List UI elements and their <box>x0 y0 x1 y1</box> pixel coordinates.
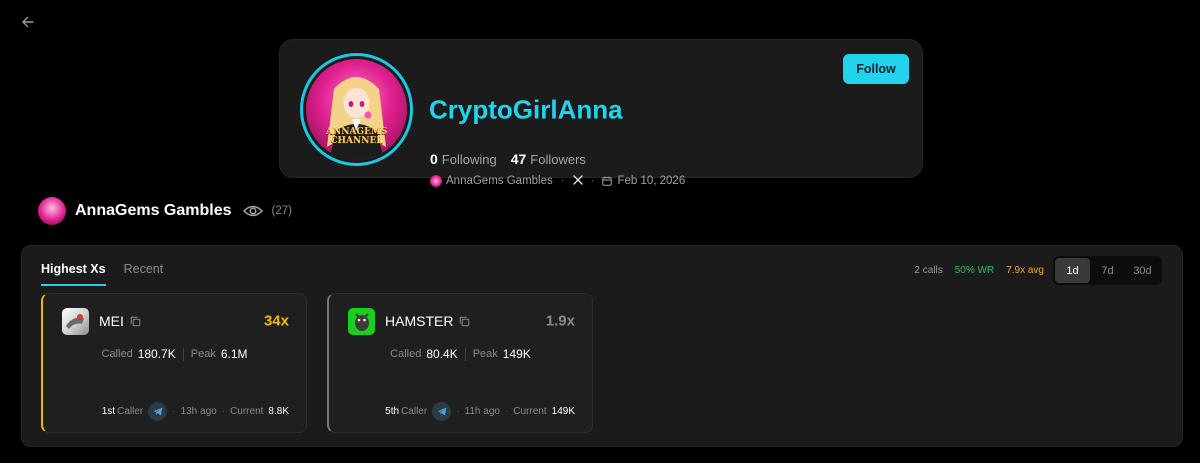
caller-label: Caller <box>401 406 428 417</box>
caller-label: Caller <box>117 406 144 417</box>
caller-rank: 1st <box>101 406 116 417</box>
multiplier: 34x <box>263 312 289 330</box>
telegram-icon[interactable] <box>148 402 168 421</box>
called-value: 80.4K <box>426 347 458 361</box>
called-label: Called <box>390 348 422 360</box>
call-card[interactable]: MEI 34x Called 180.7K Peak 6.1M 1st Call… <box>41 293 307 433</box>
token-mei-icon <box>62 308 89 335</box>
profile-card: ANNAGEMS CHANNEL CryptoGirlAnna 0 Followi… <box>279 39 923 187</box>
followers-count: 47 <box>510 151 527 167</box>
avatar-image: ANNAGEMS CHANNEL <box>306 59 407 160</box>
current-label: Current <box>230 406 264 417</box>
page-root: ANNAGEMS CHANNEL CryptoGirlAnna 0 Followi… <box>0 0 1200 463</box>
avatar-caption: ANNAGEMS CHANNEL <box>326 127 388 146</box>
caller-rank: 5th <box>385 406 400 417</box>
tab-highest-xs[interactable]: Highest Xs <box>41 262 106 286</box>
tab-recent[interactable]: Recent <box>124 262 164 286</box>
peak-label: Peak <box>190 348 216 360</box>
joined-date: Feb 10, 2026 <box>617 175 686 187</box>
range-7d[interactable]: 7d <box>1090 258 1125 283</box>
call-footer: 1st Caller · 13h ago · Current 8.8K <box>102 402 289 421</box>
separator-dot: · <box>590 175 595 187</box>
range-1d[interactable]: 1d <box>1055 258 1090 283</box>
win-rate: 50% WR <box>954 265 995 276</box>
separator-dot: · <box>504 406 509 417</box>
profile-avatar: ANNAGEMS CHANNEL <box>300 53 413 166</box>
profile-meta: AnnaGems Gambles · · Feb 10, 2026 <box>430 174 685 188</box>
copy-icon[interactable] <box>459 316 470 327</box>
watch-count: (27) <box>271 205 292 217</box>
peak-value: 6.1M <box>220 347 248 361</box>
followers-label: Followers <box>530 152 586 167</box>
divider <box>182 347 184 361</box>
arrow-left-icon <box>22 16 34 28</box>
time-range-selector: 1d 7d 30d <box>1053 256 1162 285</box>
token-hamster-icon <box>348 308 375 335</box>
x-logo-svg <box>572 175 583 185</box>
profile-stats: 0 Following 47 Followers <box>430 151 586 167</box>
group-header: AnnaGems Gambles (27) <box>38 197 292 225</box>
time-ago: 11h ago <box>464 406 500 417</box>
token-name: HAMSTER <box>385 313 470 329</box>
call-values: Called 80.4K Peak 149K <box>329 347 592 361</box>
follow-button[interactable]: Follow <box>843 54 909 84</box>
x-icon[interactable] <box>572 174 583 188</box>
token-symbol: MEI <box>99 313 124 329</box>
called-value: 180.7K <box>137 347 176 361</box>
separator-dot: · <box>221 406 226 417</box>
telegram-icon[interactable] <box>432 402 452 421</box>
call-values: Called 180.7K Peak 6.1M <box>43 347 306 361</box>
peak-value: 149K <box>502 347 531 361</box>
profile-name: CryptoGirlAnna <box>429 94 623 125</box>
time-ago: 13h ago <box>180 406 217 417</box>
calls-summary: 2 calls 50% WR 7.9x avg <box>914 265 1044 276</box>
called-label: Called <box>101 348 133 360</box>
calls-panel: Highest Xs Recent 2 calls 50% WR 7.9x av… <box>21 245 1183 447</box>
followers-stat[interactable]: 47 Followers <box>511 151 586 167</box>
back-button[interactable] <box>18 12 38 32</box>
following-stat[interactable]: 0 Following <box>430 151 497 167</box>
group-avatar-small <box>430 175 442 187</box>
copy-icon[interactable] <box>130 316 141 327</box>
following-count: 0 <box>430 151 438 167</box>
multiplier: 1.9x <box>545 312 575 330</box>
group-avatar[interactable] <box>38 197 66 225</box>
following-label: Following <box>441 152 497 167</box>
call-footer: 5th Caller · 11h ago · Current 149K <box>385 402 575 421</box>
calls-tabs: Highest Xs Recent <box>41 262 163 286</box>
current-value: 149K <box>551 406 575 417</box>
separator-dot: · <box>172 406 176 417</box>
divider <box>464 347 466 361</box>
eye-icon[interactable] <box>242 201 263 221</box>
avg-multiplier: 7.9x avg <box>1006 265 1044 276</box>
range-30d[interactable]: 30d <box>1125 258 1160 283</box>
separator-dot: · <box>456 406 460 417</box>
token-symbol: HAMSTER <box>385 313 454 329</box>
current-value: 8.8K <box>268 406 289 417</box>
call-card[interactable]: HAMSTER 1.9x Called 80.4K Peak 149K 5th … <box>327 293 593 433</box>
group-name[interactable]: AnnaGems Gambles <box>75 202 232 220</box>
calendar-icon <box>602 176 613 186</box>
peak-label: Peak <box>472 348 498 360</box>
token-name: MEI <box>99 313 141 329</box>
separator-dot: · <box>560 175 565 187</box>
group-link[interactable]: AnnaGems Gambles <box>446 175 553 187</box>
calls-count: 2 calls <box>914 265 943 276</box>
current-label: Current <box>513 406 547 417</box>
